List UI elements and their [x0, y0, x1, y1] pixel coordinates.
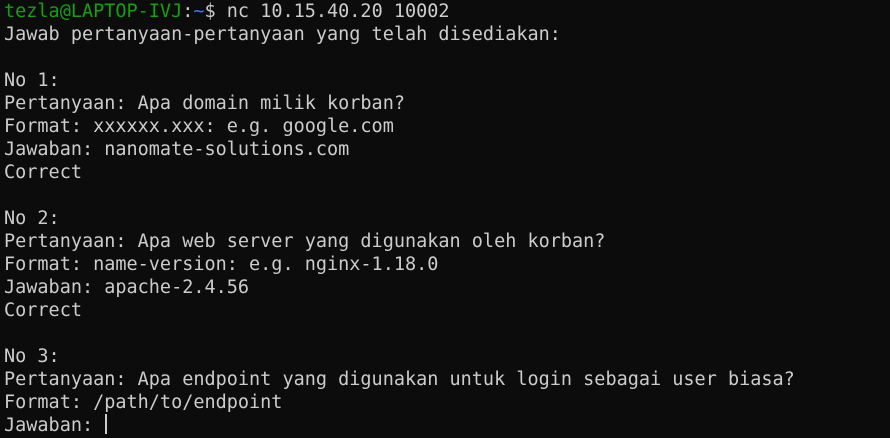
- question-answer: Jawaban: nanomate-solutions.com: [4, 139, 350, 160]
- command-line: tezla@LAPTOP-IVJ:~$ nc 10.15.40.20 10002: [4, 0, 890, 23]
- answer-input-line[interactable]: Jawaban:: [4, 414, 890, 437]
- text-cursor: [105, 414, 108, 434]
- question-text: Pertanyaan: Apa web server yang digunaka…: [4, 231, 606, 252]
- question-number: No 3:: [4, 346, 60, 367]
- prompt-path: ~: [193, 1, 205, 22]
- question-number: No 1:: [4, 70, 60, 91]
- question-format: Format: name-version: e.g. nginx-1.18.0: [4, 254, 439, 275]
- question-format: Format: /path/to/endpoint: [4, 392, 283, 413]
- question-format: Format: xxxxxx.xxx: e.g. google.com: [4, 116, 394, 137]
- question-result: Correct: [4, 162, 82, 183]
- command-text: nc 10.15.40.20 10002: [226, 1, 450, 22]
- prompt-separator: :: [182, 1, 194, 22]
- prompt-user-host: tezla@LAPTOP-IVJ: [4, 1, 183, 22]
- terminal-window[interactable]: tezla@LAPTOP-IVJ:~$ nc 10.15.40.20 10002…: [0, 0, 890, 438]
- intro-text: Jawab pertanyaan-pertanyaan yang telah d…: [4, 24, 561, 45]
- question-answer: Jawaban: apache-2.4.56: [4, 277, 250, 298]
- prompt-symbol: $: [204, 1, 227, 22]
- question-result: Correct: [4, 300, 82, 321]
- question-number: No 2:: [4, 208, 60, 229]
- question-text: Pertanyaan: Apa endpoint yang digunakan …: [4, 369, 795, 390]
- question-text: Pertanyaan: Apa domain milik korban?: [4, 93, 405, 114]
- answer-prompt: Jawaban:: [4, 415, 105, 436]
